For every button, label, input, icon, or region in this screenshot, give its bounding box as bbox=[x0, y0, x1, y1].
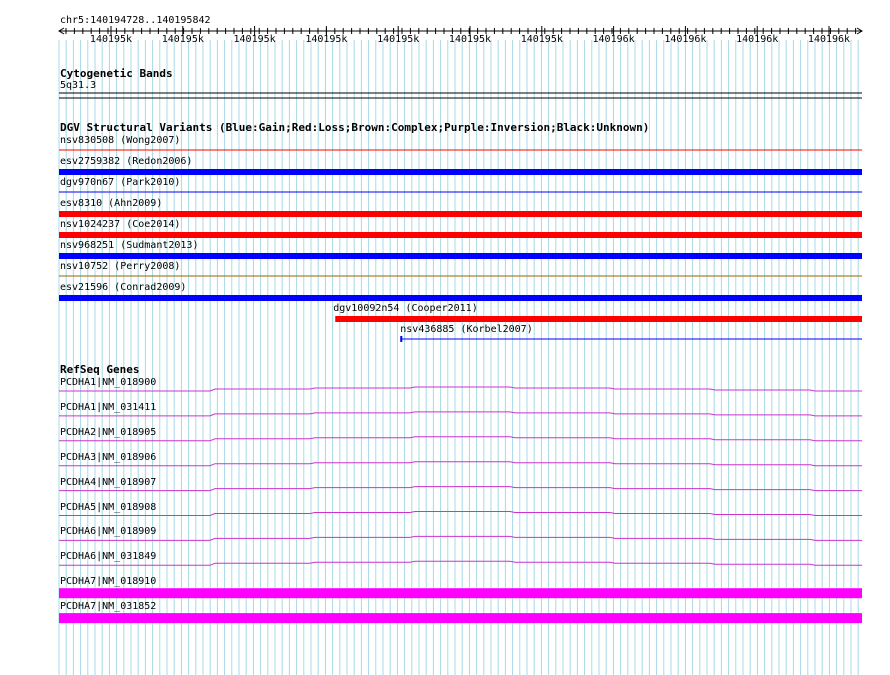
track-grid bbox=[58, 26, 863, 675]
dgv-variant-label[interactable]: nsv436885 (Korbel2007) bbox=[400, 324, 532, 336]
dgv-variant-label[interactable]: esv8310 (Ahn2009) bbox=[60, 198, 162, 210]
dgv-variant-bar bbox=[59, 253, 862, 259]
refseq-gene-label[interactable]: PCDHA1|NM_018900 bbox=[60, 377, 156, 389]
ruler-tick-label: 140195k bbox=[233, 34, 276, 45]
cyto-track-title: Cytogenetic Bands bbox=[60, 67, 173, 80]
dgv-track-title: DGV Structural Variants (Blue:Gain;Red:L… bbox=[60, 121, 650, 134]
refseq-gene-label[interactable]: PCDHA7|NM_031852 bbox=[60, 601, 156, 613]
refseq-gene-label[interactable]: PCDHA4|NM_018907 bbox=[60, 477, 156, 489]
refseq-gene-line bbox=[59, 386, 862, 392]
dgv-variant-label[interactable]: nsv830508 (Wong2007) bbox=[60, 135, 180, 147]
genome-browser-canvas: chr5:140194728..140195842 140195k 140195k… bbox=[0, 0, 890, 675]
refseq-gene-bar bbox=[59, 588, 862, 599]
cyto-band-label[interactable]: 5q31.3 bbox=[60, 80, 96, 92]
refseq-gene-label[interactable]: PCDHA2|NM_018905 bbox=[60, 427, 156, 439]
dgv-variant-label[interactable]: nsv968251 (Sudmant2013) bbox=[60, 240, 198, 252]
dgv-variant-label[interactable]: dgv970n67 (Park2010) bbox=[60, 177, 180, 189]
ruler-tick-label: 140195k bbox=[448, 34, 492, 45]
dgv-variant-bar bbox=[59, 295, 862, 301]
ruler-tick-label: 140196k bbox=[736, 34, 779, 45]
refseq-gene-label[interactable]: PCDHA6|NM_031849 bbox=[60, 551, 156, 563]
refseq-gene-label[interactable]: PCDHA3|NM_018906 bbox=[60, 452, 156, 464]
dgv-variant-bar bbox=[59, 211, 862, 217]
refseq-gene-line bbox=[59, 486, 862, 492]
ruler-tick-label: 140195k bbox=[520, 34, 563, 45]
dgv-variant-bar bbox=[59, 232, 862, 238]
ruler-tick-label: 140195k bbox=[161, 34, 204, 45]
refseq-track-title: RefSeq Genes bbox=[60, 363, 140, 376]
dgv-variant-bar bbox=[59, 169, 862, 175]
dgv-variant-label[interactable]: dgv10092n54 (Cooper2011) bbox=[333, 303, 478, 315]
refseq-gene-line bbox=[59, 560, 862, 566]
refseq-gene-line bbox=[59, 511, 862, 516]
refseq-gene-line bbox=[59, 436, 862, 442]
refseq-gene-label[interactable]: PCDHA5|NM_018908 bbox=[60, 502, 156, 514]
ruler-tick-label: 140196k bbox=[592, 34, 635, 45]
region-label: chr5:140194728..140195842 bbox=[60, 15, 211, 26]
dgv-variant-label[interactable]: esv21596 (Conrad2009) bbox=[60, 282, 186, 294]
dgv-variant-label[interactable]: esv2759382 (Redon2006) bbox=[60, 156, 192, 168]
refseq-gene-label[interactable]: PCDHA6|NM_018909 bbox=[60, 526, 156, 538]
dgv-variant-label[interactable]: nsv10752 (Perry2008) bbox=[60, 261, 180, 273]
ruler-tick-label: 140195k bbox=[89, 34, 133, 45]
refseq-gene-label[interactable]: PCDHA1|NM_031411 bbox=[60, 402, 156, 414]
ruler-tick-label: 140195k bbox=[377, 34, 420, 45]
refseq-gene-bar bbox=[59, 613, 862, 624]
refseq-gene-line bbox=[59, 461, 862, 467]
ruler-tick-label: 140195k bbox=[305, 34, 348, 45]
refseq-gene-line bbox=[59, 411, 862, 417]
refseq-gene-line bbox=[59, 535, 862, 541]
refseq-gene-label[interactable]: PCDHA7|NM_018910 bbox=[60, 576, 156, 588]
ruler-tick-label: 140196k bbox=[807, 34, 851, 45]
ruler-tick-label: 140196k bbox=[664, 34, 707, 45]
dgv-variant-bar bbox=[335, 316, 862, 322]
dgv-variant-label[interactable]: nsv1024237 (Coe2014) bbox=[60, 219, 180, 231]
